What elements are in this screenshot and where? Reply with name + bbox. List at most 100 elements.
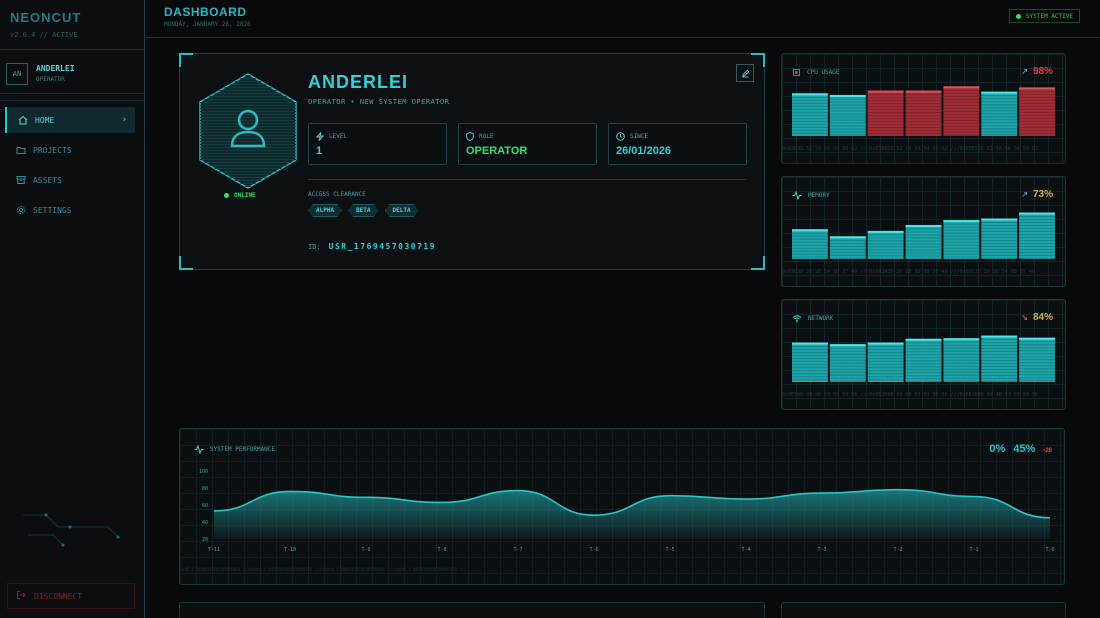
- metric-value: ↗ 73%: [1021, 189, 1053, 200]
- x-tick-label: T-3: [817, 547, 826, 553]
- metric-bars: [792, 335, 1055, 382]
- user-role: OPERATOR: [36, 76, 65, 83]
- sidebar-item-settings[interactable]: SETTINGS: [5, 197, 135, 223]
- profile-subtitle: OPERATOR • NEW SYSTEM OPERATOR: [308, 98, 450, 106]
- stat-role: ROLE OPERATOR: [458, 123, 597, 165]
- metric-hex: 0x0E506 09 4B 53 53 50 56 ///0x0E2D98 09…: [782, 392, 1038, 398]
- metric-bar-cap: [792, 342, 828, 345]
- metric-bars: [792, 86, 1055, 136]
- performance-chart: 100 80 60 40 20T-11 T-10 T-9 T-8 T-7 T-6 T-5 T-4 T-3…: [199, 469, 1055, 553]
- profile-card: ONLINE ANDERLEI OPERATOR • NEW SYSTEM OP…: [179, 53, 765, 270]
- status-badge: SYSTEM ACTIVE: [1009, 9, 1080, 23]
- metric-bar-cap: [829, 94, 866, 97]
- clearance-tag: ALPHA: [308, 204, 342, 217]
- metric-percent: 98%: [1032, 66, 1053, 77]
- sidebar-item-label: SETTINGS: [33, 205, 72, 215]
- user-block[interactable]: AN ANDERLEI OPERATOR: [0, 54, 144, 94]
- metric-bar-cap: [943, 86, 980, 89]
- sidebar-nav: HOME › PROJECTS ASSETS SETTINGS: [0, 100, 144, 223]
- metric-bars: [792, 212, 1055, 259]
- metric-value: ↘ 84%: [1021, 312, 1053, 323]
- x-tick-label: T-8: [437, 547, 446, 553]
- wifi-icon: [792, 315, 802, 323]
- y-tick-label: 40: [202, 520, 208, 526]
- stat-value: 26/01/2026: [616, 145, 672, 157]
- stat-label: LEVEL: [329, 133, 348, 140]
- header: DASHBOARD MONDAY, JANUARY 26, 2026 SYSTE…: [146, 0, 1100, 38]
- profile-id-label: ID:: [308, 243, 321, 251]
- metric-network: NETWORK ↘ 84% 0x0E506 09 4B 53 53 50 56 …: [781, 299, 1066, 410]
- sidebar-item-label: PROJECTS: [33, 145, 72, 155]
- metric-bar-cap: [905, 338, 942, 341]
- metric-bar-cap: [905, 90, 942, 93]
- metric-hex: 0x03E9S 52 5A 5A 54 50 62 ///0x03E0S5 52…: [782, 146, 1038, 152]
- profile-id-value: USR_1769457030719: [328, 242, 437, 251]
- side-card: [781, 602, 1066, 618]
- metric-bar-cap: [867, 230, 904, 233]
- x-tick-label: T-1: [969, 547, 978, 553]
- stat-level: LEVEL 1: [308, 123, 447, 165]
- clearance-label: ACCESS CLEARANCE: [308, 191, 366, 198]
- metric-bar-cap: [1019, 87, 1055, 90]
- profile-name: ANDERLEI: [308, 72, 409, 92]
- metric-memory: MEMORY ↗ 73% 0x03C3D 20 2E 54 3D 37 49 /…: [781, 176, 1066, 287]
- performance-title: SYSTEM PERFORMANCE: [210, 446, 276, 453]
- brand-title: NEONCUT: [10, 10, 82, 25]
- performance-card: SYSTEM PERFORMANCE 0% 45% -26 100 80 60 40 2…: [179, 428, 1065, 585]
- trend-up-icon: ↗: [1021, 67, 1028, 76]
- trend-up-icon: ↗: [1021, 190, 1028, 199]
- performance-hex: 0x0F C 66D6464E8C6D8464E8 ///0x0AA_C 66D…: [180, 567, 467, 572]
- header-date: MONDAY, JANUARY 26, 2026: [164, 21, 251, 28]
- metric-bar-cap: [943, 220, 980, 223]
- performance-values: 0% 45% -26: [989, 443, 1052, 455]
- divider: [308, 179, 746, 180]
- metric-bar-cap: [981, 335, 1018, 338]
- metric-cpu: CPU USAGE ↗ 98% 0x03E9S 52 5A 5A 54 50 6…: [781, 53, 1066, 164]
- sidebar-item-label: HOME: [35, 115, 55, 125]
- profile-id: ID: USR_1769457030719: [308, 242, 436, 251]
- logout-icon: [16, 590, 26, 602]
- cpu-icon: [793, 69, 800, 76]
- clock-icon: [616, 132, 625, 141]
- sidebar-item-projects[interactable]: PROJECTS: [5, 137, 135, 163]
- status-label: SYSTEM ACTIVE: [1026, 12, 1073, 20]
- edit-profile-button[interactable]: [736, 64, 754, 82]
- sidebar-item-home[interactable]: HOME ›: [5, 107, 135, 133]
- x-tick-label: T-11: [208, 547, 220, 553]
- profile-avatar: [196, 72, 300, 190]
- sidebar-item-label: ASSETS: [33, 175, 62, 185]
- page-title: DASHBOARD: [164, 5, 247, 19]
- x-tick-label: T-0: [1045, 547, 1054, 553]
- metric-percent: 73%: [1032, 189, 1053, 200]
- avatar: AN: [6, 62, 28, 85]
- metric-percent: 84%: [1032, 312, 1053, 323]
- y-tick-label: 80: [202, 486, 208, 492]
- metric-bar-cap: [792, 93, 828, 96]
- metric-bar: [905, 224, 942, 259]
- y-tick-label: 100: [199, 469, 208, 475]
- clearance-tags: ALPHA BETA DELTA: [308, 204, 425, 217]
- metric-label: MEMORY: [808, 192, 830, 199]
- metric-bar-cap: [867, 90, 904, 93]
- sidebar-item-assets[interactable]: ASSETS: [5, 167, 135, 193]
- home-icon: [17, 114, 29, 126]
- performance-area: [214, 489, 1050, 539]
- gear-icon: [15, 204, 27, 216]
- folder-icon: [15, 144, 27, 156]
- x-tick-label: T-10: [284, 547, 296, 553]
- archive-icon: [15, 174, 27, 186]
- metric-bar-cap: [867, 342, 904, 345]
- bolt-icon: [316, 132, 324, 141]
- metric-label: CPU USAGE: [807, 69, 840, 76]
- metric-label: NETWORK: [808, 315, 834, 322]
- shield-icon: [466, 132, 474, 141]
- metric-bar-cap: [981, 91, 1018, 94]
- performance-delta: -26: [1043, 448, 1052, 454]
- activity-icon: [792, 191, 802, 200]
- disconnect-button[interactable]: DISCONNECT: [7, 583, 135, 609]
- circuit-decoration: [23, 513, 120, 547]
- chevron-right-icon: ›: [121, 115, 127, 125]
- x-tick-label: T-9: [361, 547, 370, 553]
- status-dot-icon: [1016, 13, 1022, 19]
- metric-bar: [829, 94, 866, 136]
